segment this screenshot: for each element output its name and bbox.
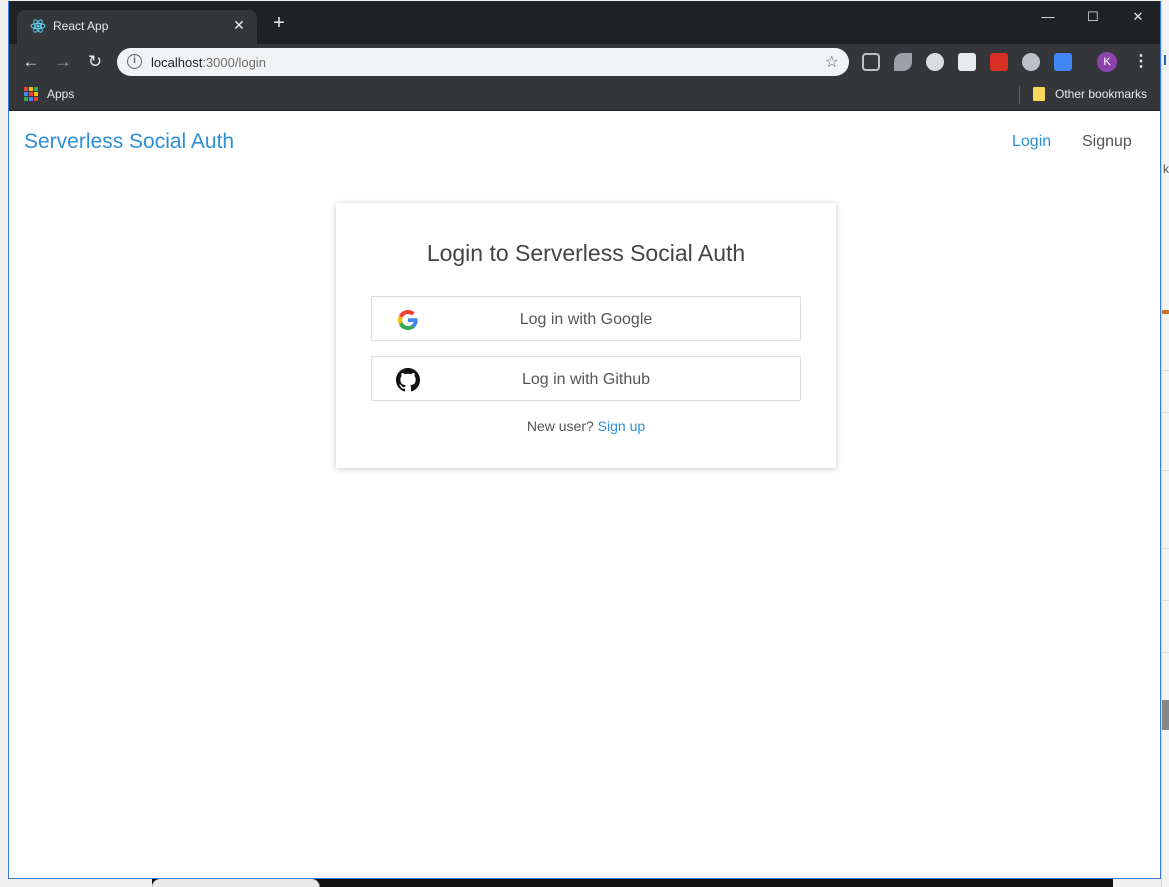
browser-window: React App ✕ + — ☐ ✕ ← → ↻ i localhost:30… [8,1,1161,879]
bookmarks-divider [1019,86,1020,104]
page-content: Serverless Social Auth Login Signup Logi… [9,112,1160,878]
star-icon[interactable]: ☆ [825,52,839,72]
info-icon[interactable]: i [127,54,142,69]
extension-red-icon[interactable] [990,53,1008,71]
extension-doc-icon[interactable] [958,53,976,71]
login-title: Login to Serverless Social Auth [426,240,746,266]
new-user-text: New user? [526,418,594,434]
login-card: Login to Serverless Social Auth Log in w… [336,203,836,468]
background-taskbar-fragment [152,879,1113,887]
nav-signup-link[interactable]: Signup [1082,133,1132,151]
avatar[interactable]: K [1097,52,1117,72]
minimize-icon[interactable]: — [1034,7,1062,27]
translate-icon[interactable] [1054,53,1072,71]
forward-arrow-icon[interactable]: → [53,52,73,72]
browser-tab[interactable]: React App ✕ [17,10,257,44]
url-path: :3000/login [202,55,266,70]
window-close-icon[interactable]: ✕ [1124,7,1152,27]
close-icon[interactable]: ✕ [231,17,247,33]
new-user-prompt: New user? Sign up [336,418,836,434]
google-login-button[interactable]: Log in with Google [371,296,801,341]
background-window-edge: l k [1161,0,1169,887]
extension-tool-icon[interactable] [894,53,912,71]
apps-bookmark[interactable]: Apps [47,87,74,101]
kebab-menu-icon[interactable]: ⋮ [1133,52,1149,72]
folder-icon [1033,87,1045,101]
brand-link[interactable]: Serverless Social Auth [24,130,234,154]
extension-circle-icon[interactable] [926,53,944,71]
title-bar: React App ✕ + — ☐ ✕ [9,1,1160,44]
url-text: localhost:3000/login [151,55,266,70]
bookmarks-bar: Apps Other bookmarks [9,80,1160,111]
signup-link[interactable]: Sign up [598,418,645,434]
reload-icon[interactable]: ↻ [85,52,105,72]
address-bar[interactable]: i localhost:3000/login ☆ [117,48,849,76]
apps-grid-icon[interactable] [24,87,38,101]
github-login-label: Log in with Github [521,371,651,388]
url-host: localhost [151,55,203,70]
browser-toolbar: ← → ↻ i localhost:3000/login ☆ K ⋮ [9,44,1160,80]
plus-icon[interactable]: + [269,13,289,34]
tab-title: React App [53,19,109,33]
nav-login-link[interactable]: Login [1012,133,1051,151]
google-login-label: Log in with Google [519,311,653,328]
maximize-icon[interactable]: ☐ [1079,7,1107,27]
react-icon [30,19,46,33]
pocket-icon[interactable] [862,53,880,71]
back-arrow-icon[interactable]: ← [21,52,41,72]
other-bookmarks[interactable]: Other bookmarks [1055,87,1147,101]
github-login-button[interactable]: Log in with Github [371,356,801,401]
extension-gear-icon[interactable] [1022,53,1040,71]
